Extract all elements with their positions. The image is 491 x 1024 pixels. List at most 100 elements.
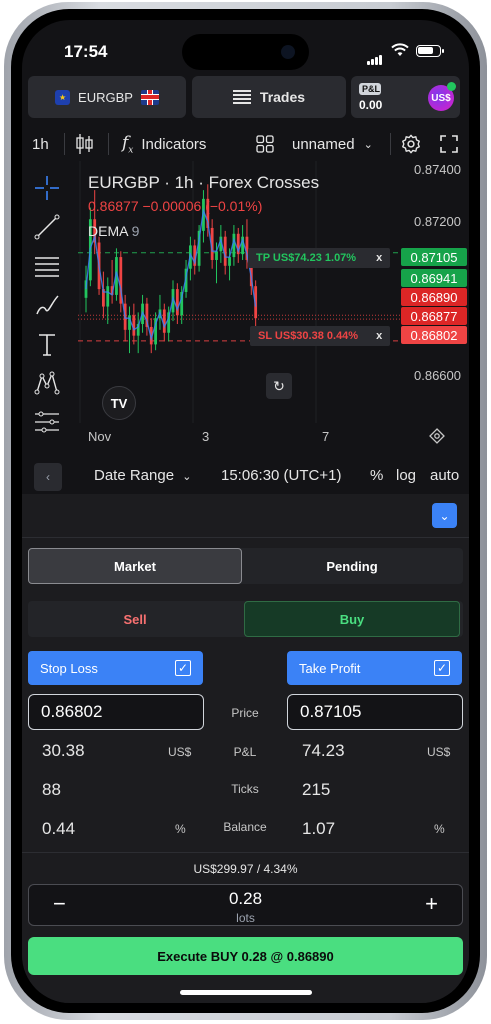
side-tabs: Sell Buy <box>28 601 463 637</box>
axis-settings-icon[interactable] <box>429 428 445 444</box>
gear-icon <box>402 134 420 154</box>
range-bar: ‹ Date Range ⌄ 15:06:30 (UTC+1) % log au… <box>22 458 469 494</box>
buy-button[interactable]: Buy <box>244 601 460 637</box>
function-icon: fx <box>122 132 134 156</box>
layout-name: unnamed <box>292 135 355 153</box>
layouts-button[interactable] <box>256 126 274 162</box>
candle-body <box>215 251 218 260</box>
take-profit-price-input[interactable]: 0.87105 <box>287 694 463 730</box>
dynamic-island <box>182 34 309 70</box>
sl-close-button[interactable]: x <box>376 330 382 342</box>
text-tool-icon[interactable] <box>34 331 60 357</box>
layout-name-selector[interactable]: unnamed ⌄ <box>292 126 373 162</box>
status-bar: 17:54 <box>22 20 469 70</box>
trades-button[interactable]: Trades <box>192 76 346 118</box>
candle-type-button[interactable] <box>74 126 94 162</box>
log-toggle[interactable]: log <box>396 467 416 484</box>
indicator-name: DEMA <box>88 223 128 239</box>
divider <box>64 133 65 155</box>
chevron-down-icon: ⌄ <box>182 471 192 483</box>
percent-toggle[interactable]: % <box>370 467 383 484</box>
candle-body <box>228 257 231 266</box>
cellular-signal-icon <box>367 47 383 65</box>
indicator-legend[interactable]: DEMA 9 <box>88 223 139 239</box>
sl-balance-unit: % <box>175 822 186 836</box>
price-tick: 0.86600 <box>414 368 461 383</box>
stop-loss-order-label[interactable]: SL US$30.38 0.44% x <box>250 326 391 346</box>
tab-market[interactable]: Market <box>28 548 242 584</box>
horizontal-lines-icon[interactable] <box>34 253 60 279</box>
take-profit-label: Take Profit <box>299 660 361 676</box>
tp-balance-value[interactable]: 1.07 <box>302 819 335 839</box>
take-profit-checkbox[interactable]: ✓ <box>434 660 450 676</box>
eu-flag-icon: ★ <box>55 89 71 105</box>
sl-label-text: SL US$30.38 0.44% <box>258 330 359 342</box>
sl-ticks-value[interactable]: 88 <box>42 780 61 800</box>
online-indicator <box>447 82 456 91</box>
reset-chart-button[interactable]: ↻ <box>266 373 292 399</box>
chart-title: EURGBP · 1h · Forex Crosses <box>88 173 320 192</box>
settings-button[interactable] <box>400 126 422 162</box>
indicators-button[interactable]: fx Indicators <box>122 126 206 162</box>
chevron-left-icon: ‹ <box>46 470 50 484</box>
account-avatar[interactable]: US$ <box>428 82 456 111</box>
symbol-selector-button[interactable]: ★ EURGBP <box>28 76 186 118</box>
timezone-clock[interactable]: 15:06:30 (UTC+1) <box>221 467 341 484</box>
pnl-tag: P&L <box>359 82 381 95</box>
pattern-tool-icon[interactable] <box>34 370 60 396</box>
pnl-value: 0.00 <box>359 97 383 112</box>
screen: 17:54 ★ EURGBP Trades P&L 0.00 US$ 1h fx… <box>22 20 469 1003</box>
take-profit-order-label[interactable]: TP US$74.23 1.07% x <box>248 248 391 268</box>
order-type-tabs: Market Pending <box>28 548 463 584</box>
price-tick: 0.87400 <box>414 162 461 177</box>
candle-body <box>175 289 179 316</box>
trend-line-icon[interactable] <box>34 214 60 240</box>
auto-toggle[interactable]: auto <box>430 467 459 484</box>
fullscreen-button[interactable] <box>440 126 458 162</box>
divider <box>22 852 469 853</box>
phone-frame: 17:54 ★ EURGBP Trades P&L 0.00 US$ 1h fx… <box>4 2 487 1020</box>
stop-loss-checkbox[interactable]: ✓ <box>175 660 191 676</box>
indicator-param: 9 <box>131 223 140 239</box>
brush-icon[interactable] <box>34 292 60 318</box>
tradingview-logo[interactable]: TV <box>102 386 136 420</box>
date-range-selector[interactable]: Date Range ⌄ <box>94 467 191 484</box>
interval-selector[interactable]: 1h <box>32 126 49 162</box>
pnl-account-button[interactable]: P&L 0.00 US$ <box>351 76 460 118</box>
time-tick: Nov <box>88 429 112 444</box>
crosshair-icon[interactable] <box>34 175 60 201</box>
row-label-balance: Balance <box>223 820 267 834</box>
take-profit-toggle[interactable]: Take Profit ✓ <box>287 651 462 685</box>
chart-area[interactable]: EURGBP · 1h · Forex Crosses 0.86877 −0.0… <box>22 161 469 433</box>
tp-pnl-value[interactable]: 74.23 <box>302 741 345 761</box>
collapse-panel-button[interactable]: ⌄ <box>432 503 457 528</box>
price-box-ask: 0.86890 <box>401 288 467 306</box>
divider <box>108 133 109 155</box>
sell-button[interactable]: Sell <box>28 601 242 637</box>
candle-body <box>162 309 166 333</box>
stop-loss-price-input[interactable]: 0.86802 <box>28 694 204 730</box>
status-time: 17:54 <box>64 42 108 61</box>
tab-pending[interactable]: Pending <box>244 548 460 584</box>
price-axis[interactable]: 0.87400 0.87200 0.86600 0.87105 0.86941 … <box>394 161 469 423</box>
order-panel: ⌄ Market Pending Sell Buy Stop Loss ✓ Ta… <box>22 494 469 1003</box>
lots-stepper[interactable]: − 0.28 lots + <box>28 884 463 926</box>
price-box-last: 0.86941 <box>401 269 467 287</box>
time-axis[interactable]: Nov 3 7 <box>22 423 469 451</box>
execute-order-button[interactable]: Execute BUY 0.28 @ 0.86890 <box>28 937 463 975</box>
stop-loss-label: Stop Loss <box>40 660 98 676</box>
sl-balance-value[interactable]: 0.44 <box>42 819 75 839</box>
tp-close-button[interactable]: x <box>376 252 382 264</box>
sl-pnl-value[interactable]: 30.38 <box>42 741 85 761</box>
collapse-left-button[interactable]: ‹ <box>34 463 62 491</box>
wifi-icon <box>391 43 409 56</box>
trades-label: Trades <box>259 89 306 105</box>
avatar-text: US$ <box>431 92 451 104</box>
row-label-price: Price <box>231 706 259 720</box>
symbol-label: EURGBP <box>78 89 133 105</box>
stop-loss-toggle[interactable]: Stop Loss ✓ <box>28 651 203 685</box>
increase-lots-button[interactable]: + <box>425 891 438 917</box>
tp-ticks-value[interactable]: 215 <box>302 780 330 800</box>
lots-value[interactable]: 0.28 <box>29 889 462 909</box>
price-box-bid: 0.86877 <box>401 307 467 325</box>
